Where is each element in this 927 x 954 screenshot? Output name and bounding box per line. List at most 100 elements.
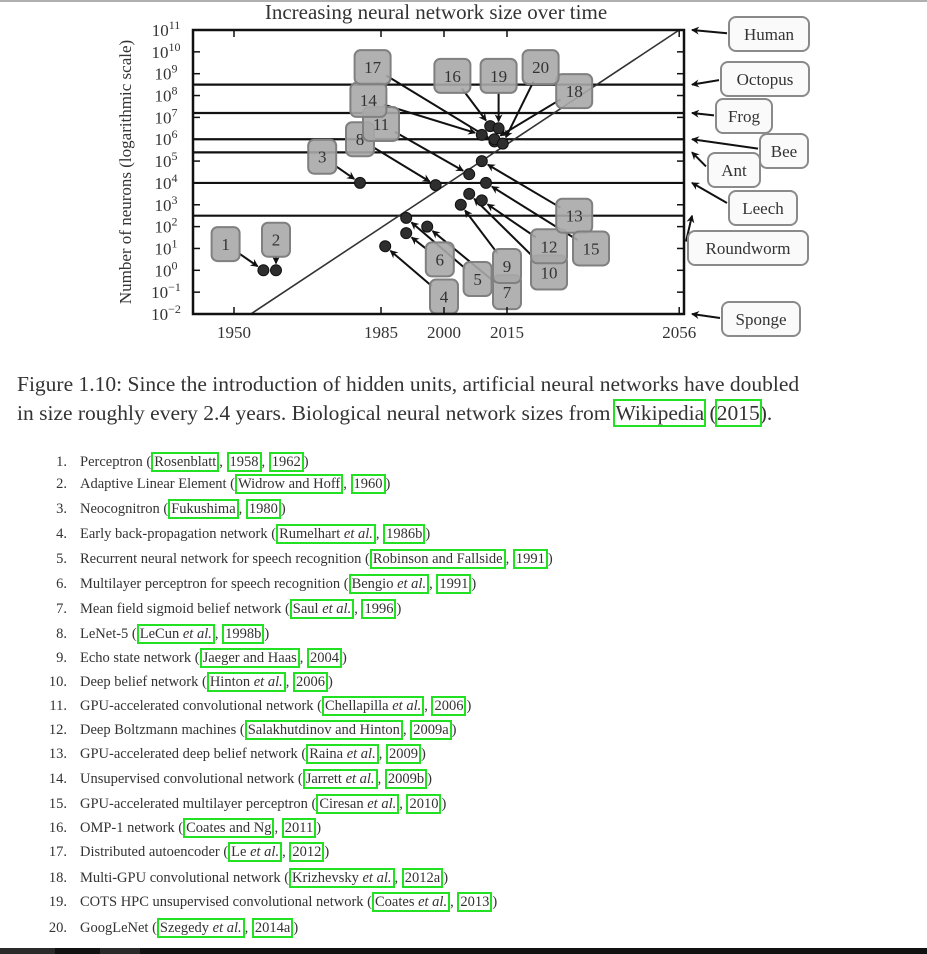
organism-annotations: Human Octopus Frog Bee Ant Leech Roundworm Spon… [685,16,810,337]
reference-year-link[interactable]: 2009a [410,720,452,740]
reference-author-link[interactable]: Jarrett et al. [302,769,378,789]
point-label-4: 4 [440,288,449,307]
reference-item: 11. GPU-accelerated convolutional network… [40,696,471,720]
reference-author-link[interactable]: Coates and Ng [183,818,275,838]
reference-author-link[interactable]: Saul et al. [289,599,355,619]
data-point-15 [480,176,492,189]
annotation-arrow-octopus [691,79,720,88]
reference-item: 5. Recurrent neural network for speech re… [40,549,553,573]
reference-year-link[interactable]: 1986b [383,524,426,544]
data-point-12 [475,194,488,207]
reference-year-link[interactable]: 1958 [226,452,262,472]
annotation-arrow-sponge [691,311,721,319]
data-points [257,120,509,277]
reference-year-link[interactable]: 1996 [361,599,397,619]
reference-author-link[interactable]: Ciresan et al. [316,794,400,814]
reference-year-link[interactable]: 2011 [281,818,317,838]
reference-year-link[interactable]: 1998b [222,624,265,644]
arrow-13 [486,163,561,209]
point-label-3: 3 [318,148,327,167]
reference-author-link[interactable]: Rosenblatt [151,452,220,472]
annotation-label-human: Human [744,25,795,44]
reference-number: 7. [56,601,67,617]
reference-item: 15. GPU-accelerated multilayer perceptron… [40,794,446,818]
reference-name: Adaptive Linear Element ( [80,476,236,492]
reference-year-link[interactable]: 2014a [251,918,294,938]
reference-year-link[interactable]: 2009b [384,769,428,789]
reference-year-link[interactable]: 2004 [307,648,343,668]
reference-year-link[interactable]: 2010 [406,794,442,814]
reference-author-link[interactable]: Fukushima [168,499,239,519]
reference-name: OMP-1 network ( [80,820,184,836]
annotation-label-roundworm: Roundworm [706,239,791,258]
point-label-12: 12 [541,237,558,256]
reference-name: Echo state network ( [80,650,200,666]
reference-author-link[interactable]: Le et al. [228,842,283,862]
reference-number: 20. [48,920,67,936]
x-tick-label: 2000 [427,323,461,342]
reference-item: 10. Deep belief network (Hinton et al., 2… [40,672,333,696]
data-point-1 [257,264,270,277]
reference-year-link[interactable]: 1980 [245,499,281,519]
point-label-15: 15 [583,239,600,258]
point-label-17: 17 [364,58,382,77]
reference-year-link[interactable]: 2006 [431,696,467,716]
figure-caption: Figure 1.10: Since the introduction of h… [17,370,917,428]
reference-name: GPU-accelerated convolutional network ( [80,698,322,714]
point-label-13: 13 [566,207,583,226]
data-point-7 [421,220,434,233]
bottom-bar-segment [100,948,140,954]
reference-item: 12. Deep Boltzmann machines (Salakhutdino… [40,720,456,744]
data-point-9 [454,198,467,211]
reference-year-link[interactable]: 2009 [385,744,421,764]
reference-year-link[interactable]: 2013 [457,892,493,912]
x-tick-label: 1985 [364,323,398,342]
reference-number: 1. [56,454,67,470]
citation-link-year[interactable]: 2015 [714,399,762,427]
reference-year-link[interactable]: 2012 [289,842,325,862]
y-tick-label: 105 [155,149,178,171]
reference-number: 10. [48,674,67,690]
reference-author-link[interactable]: Jaeger and Haas [199,648,300,668]
point-label-16: 16 [444,67,461,86]
reference-year-link[interactable]: 2006 [292,672,328,692]
reference-author-link[interactable]: LeCun et al. [136,624,215,644]
reference-year-link[interactable]: 1991 [512,549,548,569]
reference-name: Distributed autoencoder ( [80,844,229,860]
reference-author-link[interactable]: Bengio et al. [348,574,430,594]
point-label-7: 7 [503,283,512,302]
reference-author-link[interactable]: Krizhevsky et al. [289,868,395,888]
reference-year-link[interactable]: 2012a [401,868,444,888]
caption-label: Figure 1.10: [17,372,123,396]
reference-author-link[interactable]: Rumelhart et al. [276,524,376,544]
point-label-1: 1 [221,235,230,254]
reference-year-link[interactable]: 1991 [436,574,472,594]
reference-year-link[interactable]: 1962 [268,452,304,472]
caption-line-1: Figure 1.10: Since the introduction of h… [17,370,917,399]
reference-author-link[interactable]: Chellapilla et al. [321,696,425,716]
reference-author-link[interactable]: Szegedy et al. [156,918,245,938]
annotation-label-frog: Frog [728,107,761,126]
y-tick-label: 107 [155,105,178,127]
point-label-10: 10 [541,263,558,282]
reference-number: 14. [48,771,67,787]
point-label-5: 5 [473,270,482,289]
y-tick-label: 108 [155,84,178,106]
reference-author-link[interactable]: Hinton et al. [206,672,286,692]
reference-author-link[interactable]: Robinson and Fallside [369,549,506,569]
reference-item: 20. GoogLeNet (Szegedy et al., 2014a) [40,918,298,942]
reference-number: 12. [48,722,67,738]
x-tick-label: 2015 [490,323,524,342]
reference-year-link[interactable]: 1960 [350,474,386,494]
citation-link-wikipedia[interactable]: Wikipedia [613,399,707,427]
data-point-5 [400,211,413,224]
reference-author-link[interactable]: Widrow and Hoff [235,474,344,494]
reference-author-link[interactable]: Raina et al. [306,744,379,764]
y-tick-label: 101 [155,236,178,258]
y-tick-label: 10−2 [151,302,181,324]
data-point-10 [463,187,476,200]
reference-number: 2. [56,476,67,492]
annotation-label-ant: Ant [721,161,747,180]
reference-author-link[interactable]: Salakhutdinov and Hinton [244,720,403,740]
reference-author-link[interactable]: Coates et al. [372,892,451,912]
